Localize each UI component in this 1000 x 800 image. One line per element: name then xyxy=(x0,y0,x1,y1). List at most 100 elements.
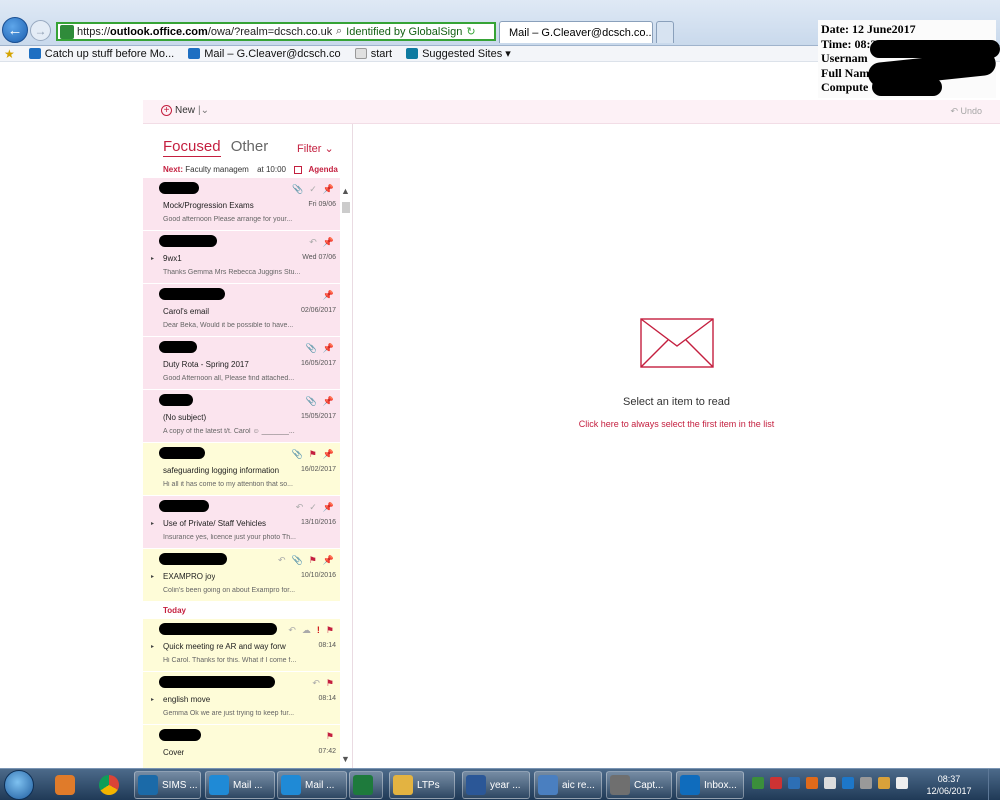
message-item[interactable]: ▸ ↶ 📎 ⚑ 📌 EXAMPRO joy 10/10/2016 Colin's been g… xyxy=(143,549,340,602)
expand-caret-icon[interactable]: ▸ xyxy=(151,696,154,703)
pin-icon[interactable]: 📌 xyxy=(323,343,334,354)
search-icon[interactable]: ⌕ xyxy=(336,25,342,38)
reply-icon[interactable]: ↶ xyxy=(296,502,304,513)
message-item[interactable]: 📎 ✓ 📌 Mock/Progression Exams Fri 09/06 Good a… xyxy=(143,178,340,231)
expand-caret-icon[interactable]: ▸ xyxy=(151,573,154,580)
tray-icon[interactable] xyxy=(770,777,782,789)
chrome-icon[interactable] xyxy=(90,772,128,798)
next-event[interactable]: Next: Faculty managem at 10:00 Agenda xyxy=(163,165,338,174)
attachment-icon[interactable]: 📎 xyxy=(306,396,317,407)
message-subject: Mock/Progression Exams xyxy=(163,201,254,210)
reply-icon[interactable]: ↶ xyxy=(278,555,286,566)
message-item[interactable]: 📎 📌 (No subject) 15/05/2017 A copy of the la… xyxy=(143,390,340,443)
media-player-icon[interactable] xyxy=(46,772,84,798)
pin-icon[interactable]: 📌 xyxy=(323,290,334,301)
favorites-star[interactable]: ★ xyxy=(4,47,15,61)
taskbar-button[interactable]: aic re... xyxy=(534,771,602,799)
undo-button[interactable]: ↶ Undo xyxy=(950,106,982,117)
attachment-icon[interactable]: 📎 xyxy=(306,343,317,354)
flag-icon[interactable]: ⚑ xyxy=(326,625,334,636)
taskbar-button[interactable]: Capt... xyxy=(606,771,672,799)
message-item[interactable]: 📎 📌 Duty Rota - Spring 2017 16/05/2017 Good … xyxy=(143,337,340,390)
message-subject: 9wx1 xyxy=(163,254,182,263)
fav-item[interactable]: Mail – G.Cleaver@dcsch.co xyxy=(188,48,341,60)
plus-icon: + xyxy=(161,105,172,116)
message-item[interactable]: ▸ ↶ ✓ 📌 Use of Private/ Staff Vehicles 13/10/… xyxy=(143,496,340,549)
taskbar-button[interactable]: LTPs xyxy=(389,771,455,799)
pin-icon[interactable]: 📌 xyxy=(323,449,334,460)
message-item[interactable]: ▸ ↶ ⚑ english move 08:14 Gemma Ok we are just… xyxy=(143,672,340,725)
importance-icon[interactable]: ! xyxy=(317,625,320,636)
message-subject: Duty Rota - Spring 2017 xyxy=(163,360,249,369)
expand-caret-icon[interactable]: ▸ xyxy=(151,643,154,650)
pin-icon[interactable]: 📌 xyxy=(323,502,334,513)
taskbar-button[interactable]: Mail ... xyxy=(277,771,347,799)
scrollbar[interactable]: ▲ ▼ xyxy=(340,186,351,764)
tray-icon[interactable] xyxy=(824,777,836,789)
expand-caret-icon[interactable]: ▸ xyxy=(151,520,154,527)
sender-redaction xyxy=(159,553,227,565)
show-desktop-button[interactable] xyxy=(988,769,1000,800)
tray-icon[interactable] xyxy=(842,777,854,789)
attachment-icon[interactable]: 📎 xyxy=(292,184,303,195)
scroll-down-icon[interactable]: ▼ xyxy=(341,754,350,764)
flag-icon[interactable]: ⚑ xyxy=(326,678,334,689)
message-item[interactable]: ▸ ↶ ☁! ⚑ Quick meeting re AR and way forw 08:… xyxy=(143,619,340,672)
tab-focused[interactable]: Focused xyxy=(163,138,221,157)
message-action-icons: 📎 ✓ 📌 xyxy=(292,184,334,195)
flag-icon[interactable]: ⚑ xyxy=(309,555,317,566)
new-message-button[interactable]: + New |⌄ xyxy=(161,105,209,116)
taskbar-button[interactable] xyxy=(349,771,383,799)
message-item[interactable]: ▸ ↶ 📌 9wx1 Wed 07/06 Thanks Gemma Mrs Rebecca… xyxy=(143,231,340,284)
fav-item[interactable]: Catch up stuff before Mo... xyxy=(28,48,174,60)
scroll-thumb[interactable] xyxy=(342,202,350,213)
scroll-up-icon[interactable]: ▲ xyxy=(341,186,350,196)
chevron-down-icon[interactable]: |⌄ xyxy=(198,105,209,116)
volume-icon[interactable] xyxy=(896,777,908,789)
new-tab-button[interactable] xyxy=(656,21,674,43)
taskbar-button[interactable]: Inbox... xyxy=(676,771,744,799)
message-action-icons: 📎 📌 xyxy=(306,396,334,407)
pin-icon[interactable]: 📌 xyxy=(323,396,334,407)
attachment-icon[interactable]: 📎 xyxy=(291,555,302,566)
flag-icon[interactable]: ⚑ xyxy=(309,449,317,460)
forward-button[interactable]: → xyxy=(30,20,51,41)
reply-icon[interactable]: ↶ xyxy=(309,237,317,248)
flag-icon[interactable]: ⚑ xyxy=(326,731,334,742)
certificate-label[interactable]: Identified by GlobalSign xyxy=(346,26,462,38)
check-icon[interactable]: ✓ xyxy=(309,502,317,513)
pin-icon[interactable]: 📌 xyxy=(323,184,334,195)
clock[interactable]: 08:37 12/06/2017 xyxy=(916,773,982,797)
message-item[interactable]: ⚑ Cover 07:42 xyxy=(143,725,340,768)
pin-icon[interactable]: 📌 xyxy=(323,237,334,248)
message-item[interactable]: 📌 Carol's email 02/06/2017 Dear Beka, Would… xyxy=(143,284,340,337)
filter-button[interactable]: Filter ⌄ xyxy=(297,142,334,155)
cloud-icon[interactable]: ☁ xyxy=(302,625,311,636)
refresh-icon[interactable]: ↻ xyxy=(466,25,475,38)
reply-icon[interactable]: ↶ xyxy=(288,625,296,636)
tab-mail[interactable]: Mail – G.Cleaver@dcsch.co... × xyxy=(499,21,653,43)
address-bar[interactable]: https://outlook.office.com/owa/?realm=dc… xyxy=(56,22,496,41)
envelope-icon xyxy=(640,318,714,368)
check-icon[interactable]: ✓ xyxy=(309,184,317,195)
taskbar-button[interactable]: year ... xyxy=(462,771,530,799)
fav-item[interactable]: start xyxy=(354,48,392,60)
attachment-icon[interactable]: 📎 xyxy=(291,449,302,460)
start-button[interactable] xyxy=(4,770,34,800)
tray-icon[interactable] xyxy=(788,777,800,789)
back-button[interactable]: ← xyxy=(2,17,28,43)
tray-icon[interactable] xyxy=(860,777,872,789)
fav-item[interactable]: Suggested Sites ▾ xyxy=(406,47,511,60)
tab-other[interactable]: Other xyxy=(231,138,269,155)
tray-icon[interactable] xyxy=(878,777,890,789)
tray-icon[interactable] xyxy=(806,777,818,789)
expand-caret-icon[interactable]: ▸ xyxy=(151,255,154,262)
screen: ← → https://outlook.office.com/owa/?real… xyxy=(0,0,1000,800)
taskbar-button[interactable]: SIMS ... xyxy=(134,771,201,799)
taskbar-button[interactable]: Mail ... xyxy=(205,771,275,799)
reply-icon[interactable]: ↶ xyxy=(312,678,320,689)
tray-icon[interactable] xyxy=(752,777,764,789)
message-item[interactable]: 📎 ⚑ 📌 safeguarding logging information 16/02… xyxy=(143,443,340,496)
select-first-item-link[interactable]: Click here to always select the first it… xyxy=(353,419,1000,429)
pin-icon[interactable]: 📌 xyxy=(323,555,334,566)
